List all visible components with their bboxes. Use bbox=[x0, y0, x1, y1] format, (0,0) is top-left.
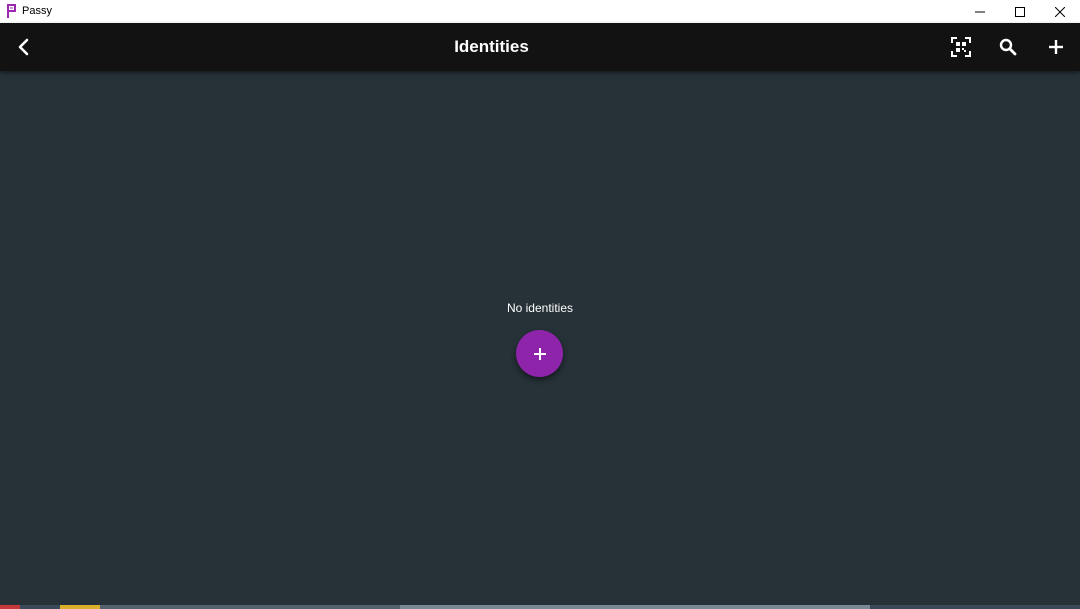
minimize-icon bbox=[975, 11, 985, 12]
identities-list-area: No identities bbox=[0, 71, 1080, 605]
window-title: Passy bbox=[22, 5, 52, 17]
qr-scan-icon bbox=[951, 37, 971, 57]
desktop-edge-strip bbox=[0, 605, 1080, 609]
maximize-icon bbox=[1015, 6, 1025, 17]
app-window: Passy Identities No identities bbox=[0, 0, 1080, 609]
page-title: Identities bbox=[454, 37, 529, 56]
close-icon bbox=[1055, 6, 1065, 17]
search-icon bbox=[999, 38, 1017, 56]
plus-icon bbox=[1049, 40, 1063, 54]
window-titlebar[interactable]: Passy bbox=[0, 0, 1080, 23]
plus-icon bbox=[533, 347, 546, 360]
app-bar: Identities bbox=[0, 23, 1080, 71]
scan-qr-button[interactable] bbox=[946, 32, 976, 62]
empty-state-message: No identities bbox=[506, 301, 574, 315]
search-button[interactable] bbox=[993, 32, 1023, 62]
maximize-button[interactable] bbox=[1000, 0, 1040, 23]
passy-logo-icon bbox=[7, 4, 16, 18]
close-button[interactable] bbox=[1040, 0, 1080, 23]
add-identity-button[interactable] bbox=[1041, 32, 1071, 62]
add-identity-fab[interactable] bbox=[516, 330, 563, 377]
minimize-button[interactable] bbox=[960, 0, 1000, 23]
